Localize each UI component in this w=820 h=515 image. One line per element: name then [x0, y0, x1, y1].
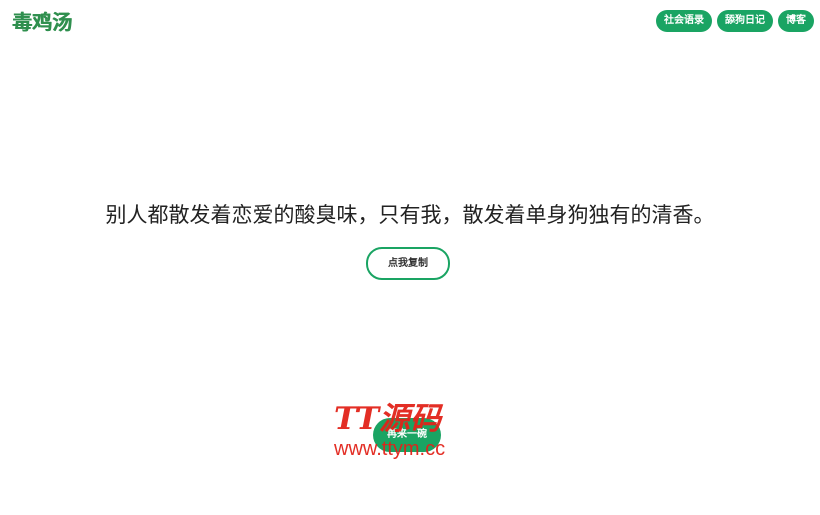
quote-text: 别人都散发着恋爱的酸臭味，只有我，散发着单身狗独有的清香。	[105, 203, 715, 227]
site-logo[interactable]: 毒鸡汤	[12, 8, 72, 36]
page: 毒鸡汤 社会语录 舔狗日记 博客 别人都散发着恋爱的酸臭味，只有我，散发着单身狗…	[0, 0, 820, 515]
nav-button-simp-diary[interactable]: 舔狗日记	[717, 10, 773, 32]
nav-button-social-quotes[interactable]: 社会语录	[656, 10, 712, 32]
copy-button[interactable]: 点我复制	[366, 247, 450, 280]
next-quote-button[interactable]: 再来一碗	[373, 418, 441, 452]
nav-button-blog[interactable]: 博客	[778, 10, 814, 32]
top-nav: 社会语录 舔狗日记 博客	[656, 10, 814, 32]
